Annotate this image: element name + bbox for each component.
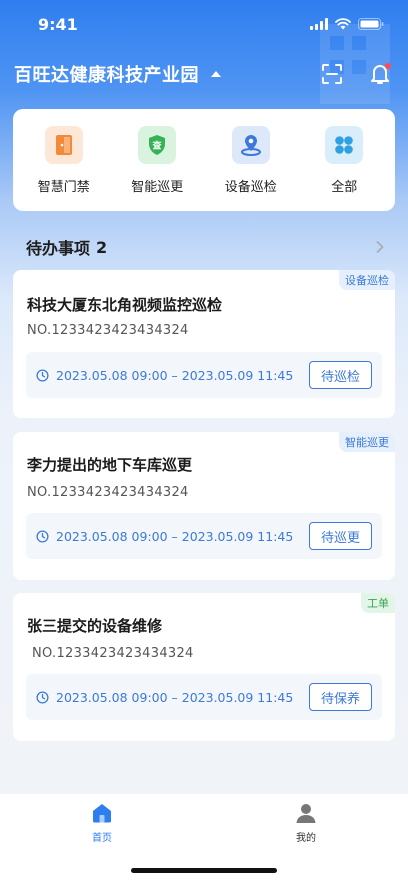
card-time: 2023.05.08 09:00 – 2023.05.09 11:45 — [56, 367, 294, 383]
clock-icon — [36, 690, 49, 704]
card-time: 2023.05.08 09:00 – 2023.05.09 11:45 — [56, 689, 294, 705]
card-number: NO.1233423423434324 — [32, 646, 194, 661]
app-header: 百旺达健康科技产业园 — [0, 56, 408, 92]
menu-item-patrol[interactable]: 查 智能巡更 — [112, 125, 202, 195]
card-number: NO.1233423423434324 — [27, 323, 189, 338]
card-time-row: 2023.05.08 09:00 – 2023.05.09 11:45 待保养 — [26, 674, 382, 720]
caret-up-icon[interactable] — [211, 71, 221, 77]
status-bar: 9:41 — [0, 0, 408, 48]
menu-label: 设备巡检 — [224, 179, 277, 195]
todo-count: 2 — [96, 237, 108, 257]
home-indicator — [131, 868, 277, 873]
quick-menu: 智慧门禁 查 智能巡更 设备巡检 全部 — [13, 109, 395, 211]
status-button[interactable]: 待巡更 — [308, 522, 372, 550]
menu-label: 智慧门禁 — [37, 179, 90, 195]
card-tag: 工单 — [361, 593, 395, 613]
chevron-right-icon[interactable] — [376, 241, 384, 253]
map-pin-icon — [231, 125, 270, 164]
notification-dot — [385, 63, 391, 69]
signal-icon — [310, 18, 328, 30]
card-title: 科技大厦东北角视频监控巡检 — [27, 296, 223, 314]
grid-icon — [325, 125, 364, 164]
status-time: 9:41 — [38, 14, 78, 34]
card-tag: 智能巡更 — [339, 432, 395, 452]
todo-card[interactable]: 工单 张三提交的设备维修 NO.1233423423434324 2023.05… — [13, 593, 395, 741]
card-time: 2023.05.08 09:00 – 2023.05.09 11:45 — [56, 528, 294, 544]
menu-label: 智能巡更 — [131, 179, 184, 195]
menu-item-access-control[interactable]: 智慧门禁 — [19, 125, 109, 195]
todo-card[interactable]: 智能巡更 李力提出的地下车库巡更 NO.1233423423434324 202… — [13, 432, 395, 580]
menu-item-all[interactable]: 全部 — [299, 125, 389, 195]
tab-label: 首页 — [92, 833, 112, 844]
wifi-icon — [335, 18, 351, 30]
status-button[interactable]: 待巡检 — [308, 361, 372, 389]
park-name[interactable]: 百旺达健康科技产业园 — [14, 61, 199, 87]
user-icon — [296, 804, 316, 823]
card-time-row: 2023.05.08 09:00 – 2023.05.09 11:45 待巡检 — [26, 352, 382, 398]
tab-label: 我的 — [296, 833, 316, 844]
scan-icon[interactable] — [320, 62, 344, 86]
menu-label: 全部 — [331, 179, 358, 195]
bell-icon[interactable] — [368, 62, 392, 86]
card-title: 张三提交的设备维修 — [27, 617, 163, 635]
card-tag: 设备巡检 — [339, 270, 395, 290]
todo-card[interactable]: 设备巡检 科技大厦东北角视频监控巡检 NO.1233423423434324 2… — [13, 270, 395, 418]
card-time-row: 2023.05.08 09:00 – 2023.05.09 11:45 待巡更 — [26, 513, 382, 559]
svg-text:查: 查 — [152, 139, 163, 151]
card-number: NO.1233423423434324 — [27, 485, 189, 500]
door-icon — [44, 125, 83, 164]
card-title: 李力提出的地下车库巡更 — [27, 456, 193, 474]
clock-icon — [36, 529, 49, 543]
todo-header[interactable]: 待办事项 2 — [26, 235, 384, 259]
menu-item-equipment-inspection[interactable]: 设备巡检 — [206, 125, 296, 195]
battery-icon — [358, 18, 384, 30]
shield-check-icon: 查 — [138, 125, 177, 164]
status-button[interactable]: 待保养 — [308, 683, 372, 711]
todo-title: 待办事项 — [26, 239, 91, 258]
home-icon — [93, 804, 111, 823]
clock-icon — [36, 368, 49, 382]
